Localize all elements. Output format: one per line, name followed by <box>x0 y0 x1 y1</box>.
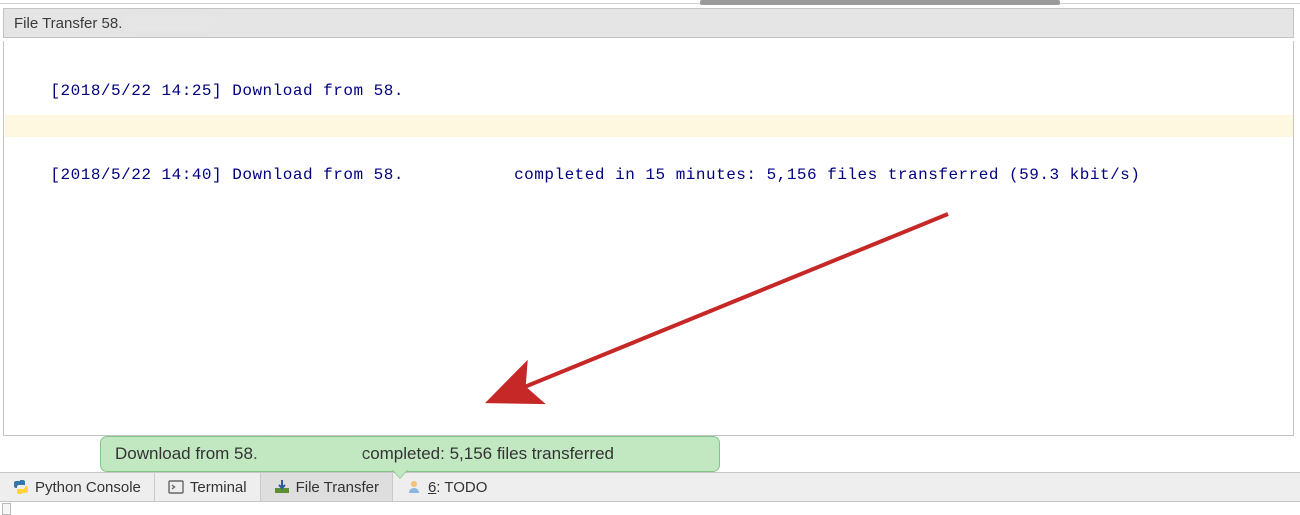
log-caret-highlight <box>5 115 1294 137</box>
log-text: [2018/5/22 14:25] Download from 58. <box>50 82 404 100</box>
log-redacted <box>404 167 504 183</box>
log-line: [2018/5/22 14:40] Download from 58. comp… <box>4 133 1293 217</box>
panel-title-redacted <box>125 15 215 31</box>
python-icon <box>13 479 29 495</box>
tab-terminal[interactable]: Terminal <box>155 473 260 501</box>
tab-label: File Transfer <box>296 479 379 496</box>
log-text: [2018/5/22 14:40] Download from 58. <box>50 166 404 184</box>
file-transfer-panel-header: File Transfer 58. <box>3 8 1294 38</box>
status-bar-fragment <box>0 503 1300 514</box>
tab-label: Python Console <box>35 479 141 496</box>
tab-label: Terminal <box>190 479 247 496</box>
terminal-icon <box>168 479 184 495</box>
toast-pointer <box>392 470 408 479</box>
tab-label: 6: TODO <box>428 479 487 496</box>
file-transfer-icon <box>274 479 290 495</box>
download-complete-toast: Download from 58. completed: 5,156 files… <box>100 436 720 472</box>
tab-python-console[interactable]: Python Console <box>0 473 154 501</box>
toast-text: completed: 5,156 files transferred <box>362 444 614 464</box>
toast-redacted <box>260 445 360 463</box>
top-border-accent <box>700 0 1060 5</box>
log-redacted <box>404 83 504 99</box>
toast-text: Download from 58. <box>115 444 258 464</box>
top-border <box>0 0 1300 5</box>
panel-title: File Transfer 58. <box>14 15 122 32</box>
tool-window-bar: Python Console Terminal File Transfer 6:… <box>0 472 1300 502</box>
tab-todo[interactable]: 6: TODO <box>393 473 500 501</box>
file-transfer-log[interactable]: [2018/5/22 14:25] Download from 58. [201… <box>3 41 1294 436</box>
tab-file-transfer[interactable]: File Transfer <box>261 473 392 501</box>
log-text: completed in 15 minutes: 5,156 files tra… <box>504 166 1140 184</box>
todo-icon <box>406 479 422 495</box>
